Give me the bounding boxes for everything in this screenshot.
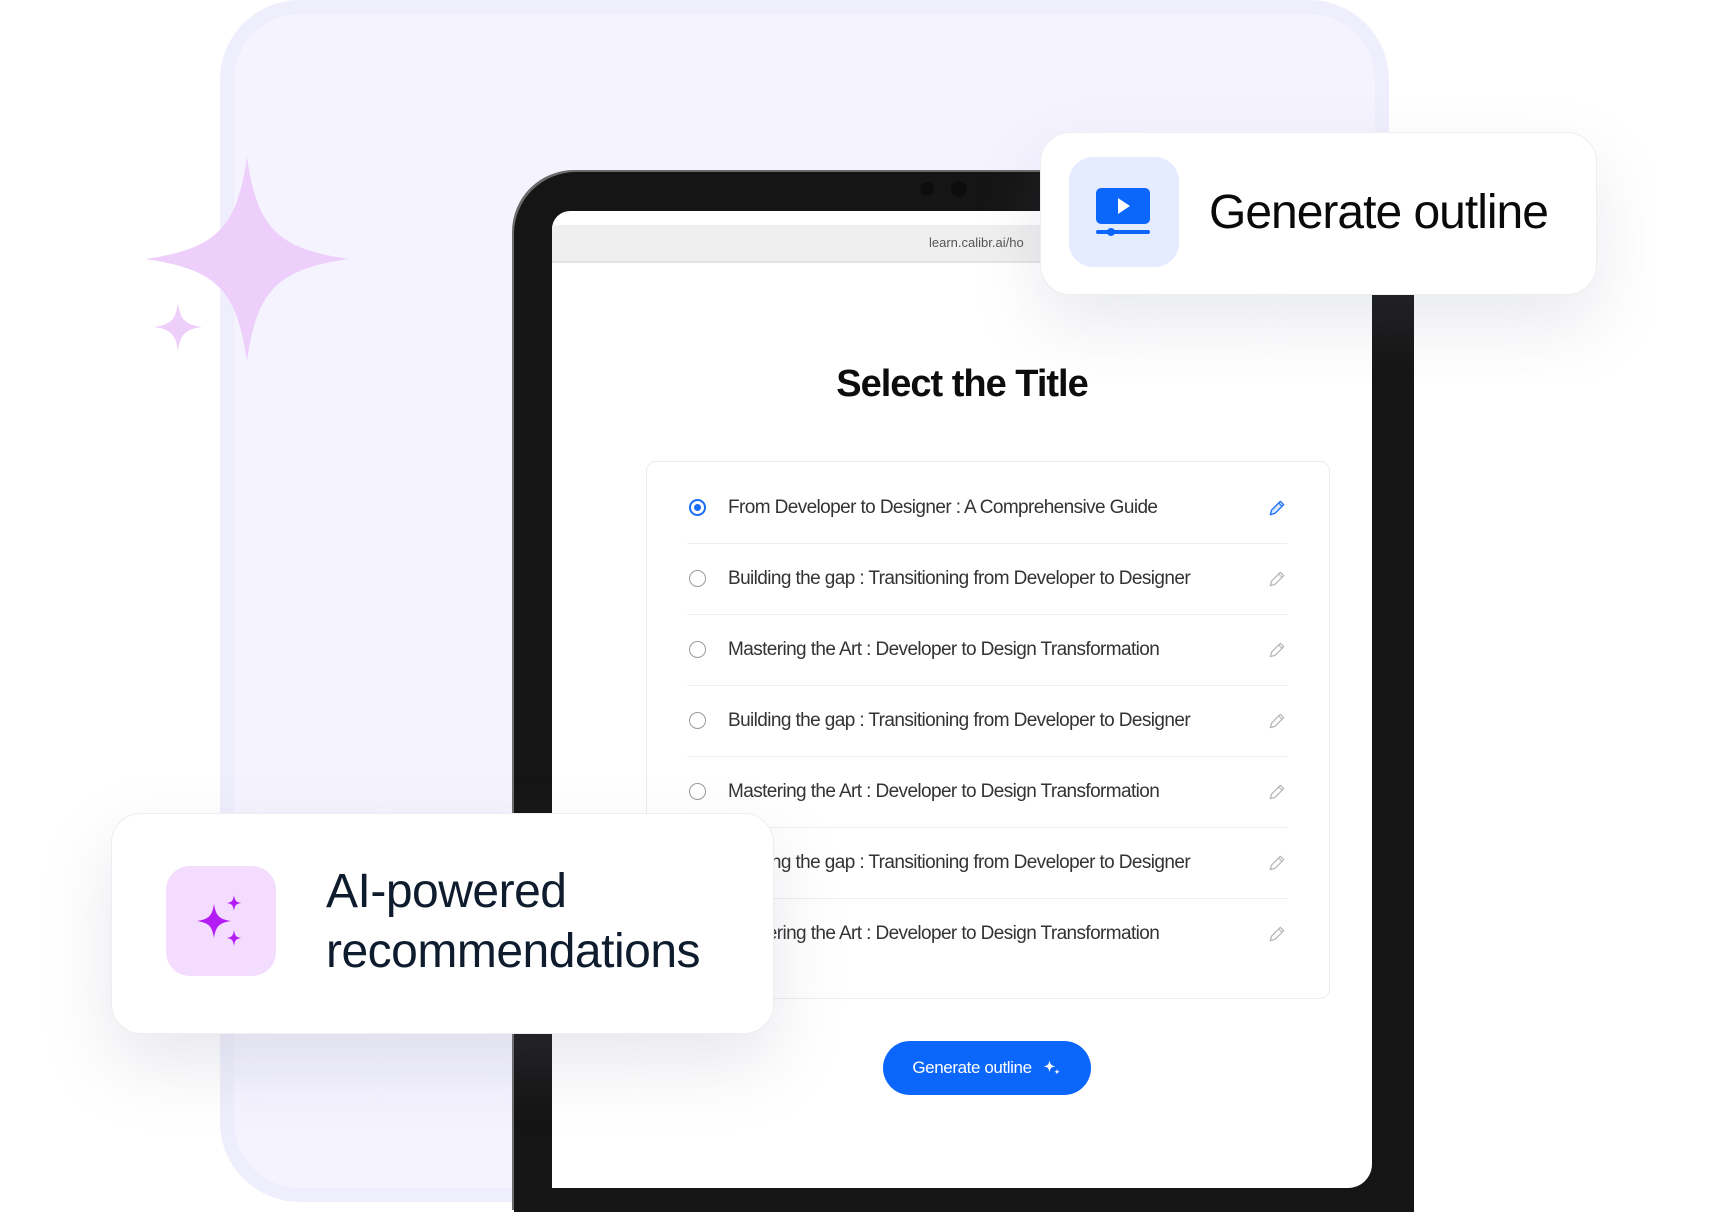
pencil-edit-icon[interactable] — [1267, 782, 1287, 802]
title-option-label: Mastering the Art : Developer to Design … — [728, 638, 1160, 660]
generate-outline-label: Generate outline — [912, 1058, 1032, 1077]
sparkle-small-decoration-icon — [154, 303, 202, 351]
title-option-row[interactable]: Mastering the Art : Developer to Design … — [687, 898, 1287, 969]
tablet-screen: learn.calibr.ai/ho Select the Title From… — [552, 211, 1372, 1188]
feature-card-generate-outline: Generate outline — [1040, 132, 1597, 295]
tablet-sensor — [920, 182, 934, 196]
pencil-edit-icon[interactable] — [1267, 924, 1287, 944]
feature-card-label: AI-powered recommendations — [326, 862, 701, 982]
feature-card-line1: AI-powered — [326, 865, 567, 918]
title-option-label: Building the gap : Transitioning from De… — [728, 851, 1191, 873]
title-option-label: Building the gap : Transitioning from De… — [728, 567, 1191, 589]
title-option-row[interactable]: Mastering the Art : Developer to Design … — [687, 756, 1287, 828]
title-option-label: From Developer to Designer : A Comprehen… — [728, 496, 1158, 518]
video-play-icon — [1096, 188, 1150, 236]
radio-button[interactable] — [689, 499, 706, 516]
sparkles-icon — [1043, 1060, 1060, 1075]
title-option-row[interactable]: Building the gap : Transitioning from De… — [687, 827, 1287, 899]
pencil-edit-icon[interactable] — [1267, 640, 1287, 660]
icon-tile — [1069, 157, 1179, 267]
url-text: learn.calibr.ai/ho — [929, 235, 1024, 250]
title-option-label: Mastering the Art : Developer to Design … — [728, 780, 1160, 802]
title-option-row[interactable]: From Developer to Designer : A Comprehen… — [687, 472, 1287, 544]
pencil-edit-icon[interactable] — [1267, 498, 1287, 518]
radio-button[interactable] — [689, 641, 706, 658]
title-option-row[interactable]: Mastering the Art : Developer to Design … — [687, 614, 1287, 686]
page-title: Select the Title — [836, 363, 1089, 405]
sparkles-icon — [197, 895, 241, 946]
radio-button[interactable] — [689, 783, 706, 800]
title-option-label: Building the gap : Transitioning from De… — [728, 709, 1191, 731]
pencil-edit-icon[interactable] — [1267, 853, 1287, 873]
feature-card-label: Generate outline — [1209, 186, 1549, 239]
title-option-label: Mastering the Art : Developer to Design … — [728, 922, 1160, 944]
radio-button[interactable] — [689, 712, 706, 729]
title-option-row[interactable]: Building the gap : Transitioning from De… — [687, 543, 1287, 615]
title-option-row[interactable]: Building the gap : Transitioning from De… — [687, 685, 1287, 757]
pencil-edit-icon[interactable] — [1267, 711, 1287, 731]
radio-button[interactable] — [689, 570, 706, 587]
icon-tile — [166, 866, 276, 976]
feature-card-ai-recommendations: AI-powered recommendations — [111, 813, 774, 1034]
pencil-edit-icon[interactable] — [1267, 569, 1287, 589]
tablet-camera — [951, 181, 967, 197]
feature-card-line2: recommendations — [326, 925, 701, 978]
generate-outline-button[interactable]: Generate outline — [883, 1041, 1091, 1095]
